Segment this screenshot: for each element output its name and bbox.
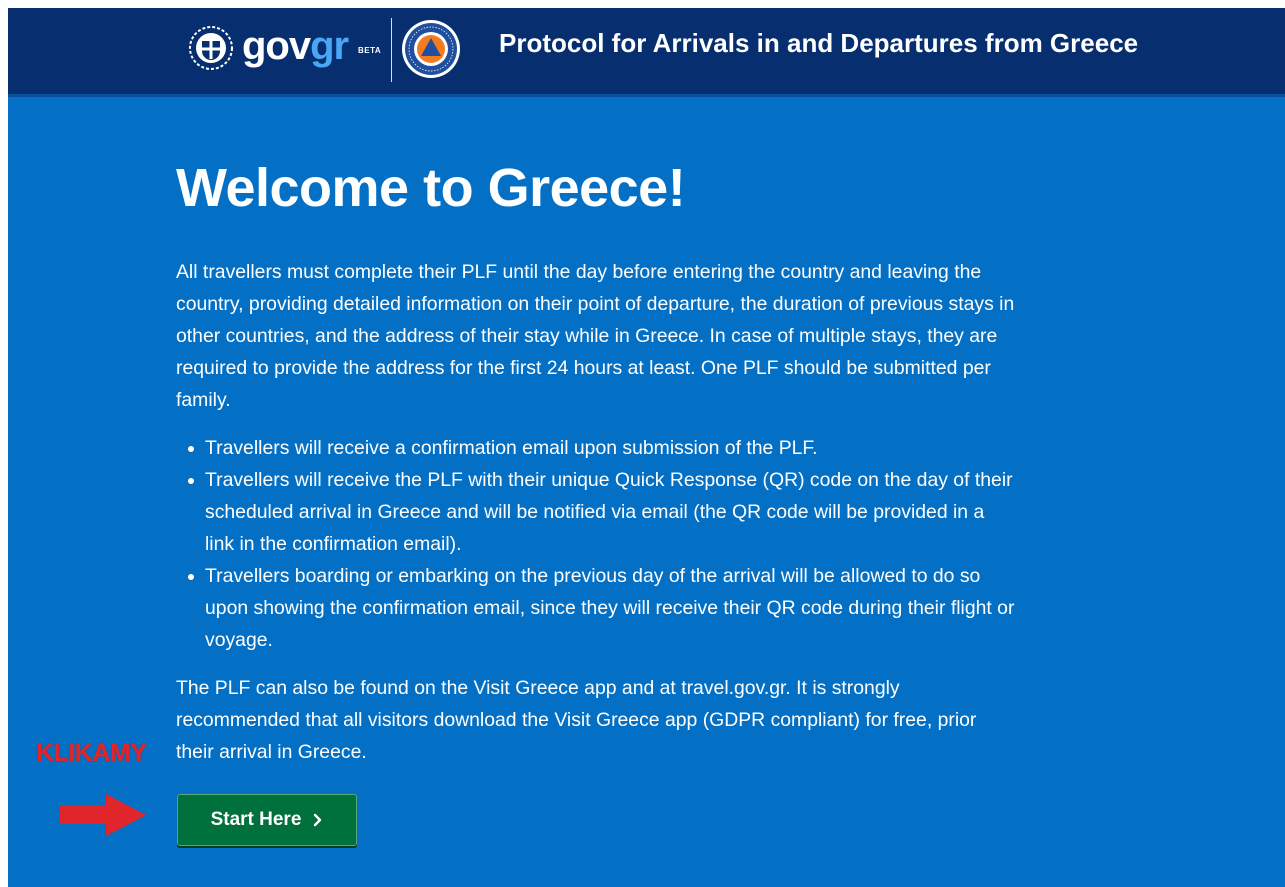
civil-protection-seal-icon: [402, 20, 460, 78]
page-title: Welcome to Greece!: [176, 158, 686, 218]
header-divider: [391, 18, 392, 82]
main-content: Welcome to Greece! All travellers must c…: [176, 158, 1016, 768]
red-arrow-right-icon: [60, 794, 146, 836]
intro-paragraph: All travellers must complete their PLF u…: [176, 261, 1015, 411]
info-list: Travellers will receive a confirmation e…: [176, 432, 1016, 656]
logo-gr-text: gr: [310, 24, 349, 68]
list-item: Travellers will receive the PLF with the…: [188, 464, 1016, 560]
chevron-right-icon: [314, 813, 322, 827]
gov-gr-logo[interactable]: govgr: [242, 22, 349, 70]
list-item: Travellers will receive a confirmation e…: [188, 432, 1016, 464]
outro-paragraph: The PLF can also be found on the Visit G…: [176, 677, 977, 763]
annotation-label: KLIKAMY: [36, 739, 147, 767]
top-header: govgr BETA Protocol for Arrivals in and …: [8, 8, 1285, 97]
beta-badge: BETA: [358, 46, 382, 55]
page-frame: govgr BETA Protocol for Arrivals in and …: [8, 8, 1285, 887]
greek-coat-of-arms-icon: [189, 26, 233, 70]
list-item: Travellers boarding or embarking on the …: [188, 560, 1016, 656]
header-title: Protocol for Arrivals in and Departures …: [499, 28, 1139, 58]
logo-gov-text: gov: [242, 24, 311, 68]
start-button-label: Start Here: [210, 809, 302, 830]
start-here-button[interactable]: Start Here: [177, 794, 357, 846]
